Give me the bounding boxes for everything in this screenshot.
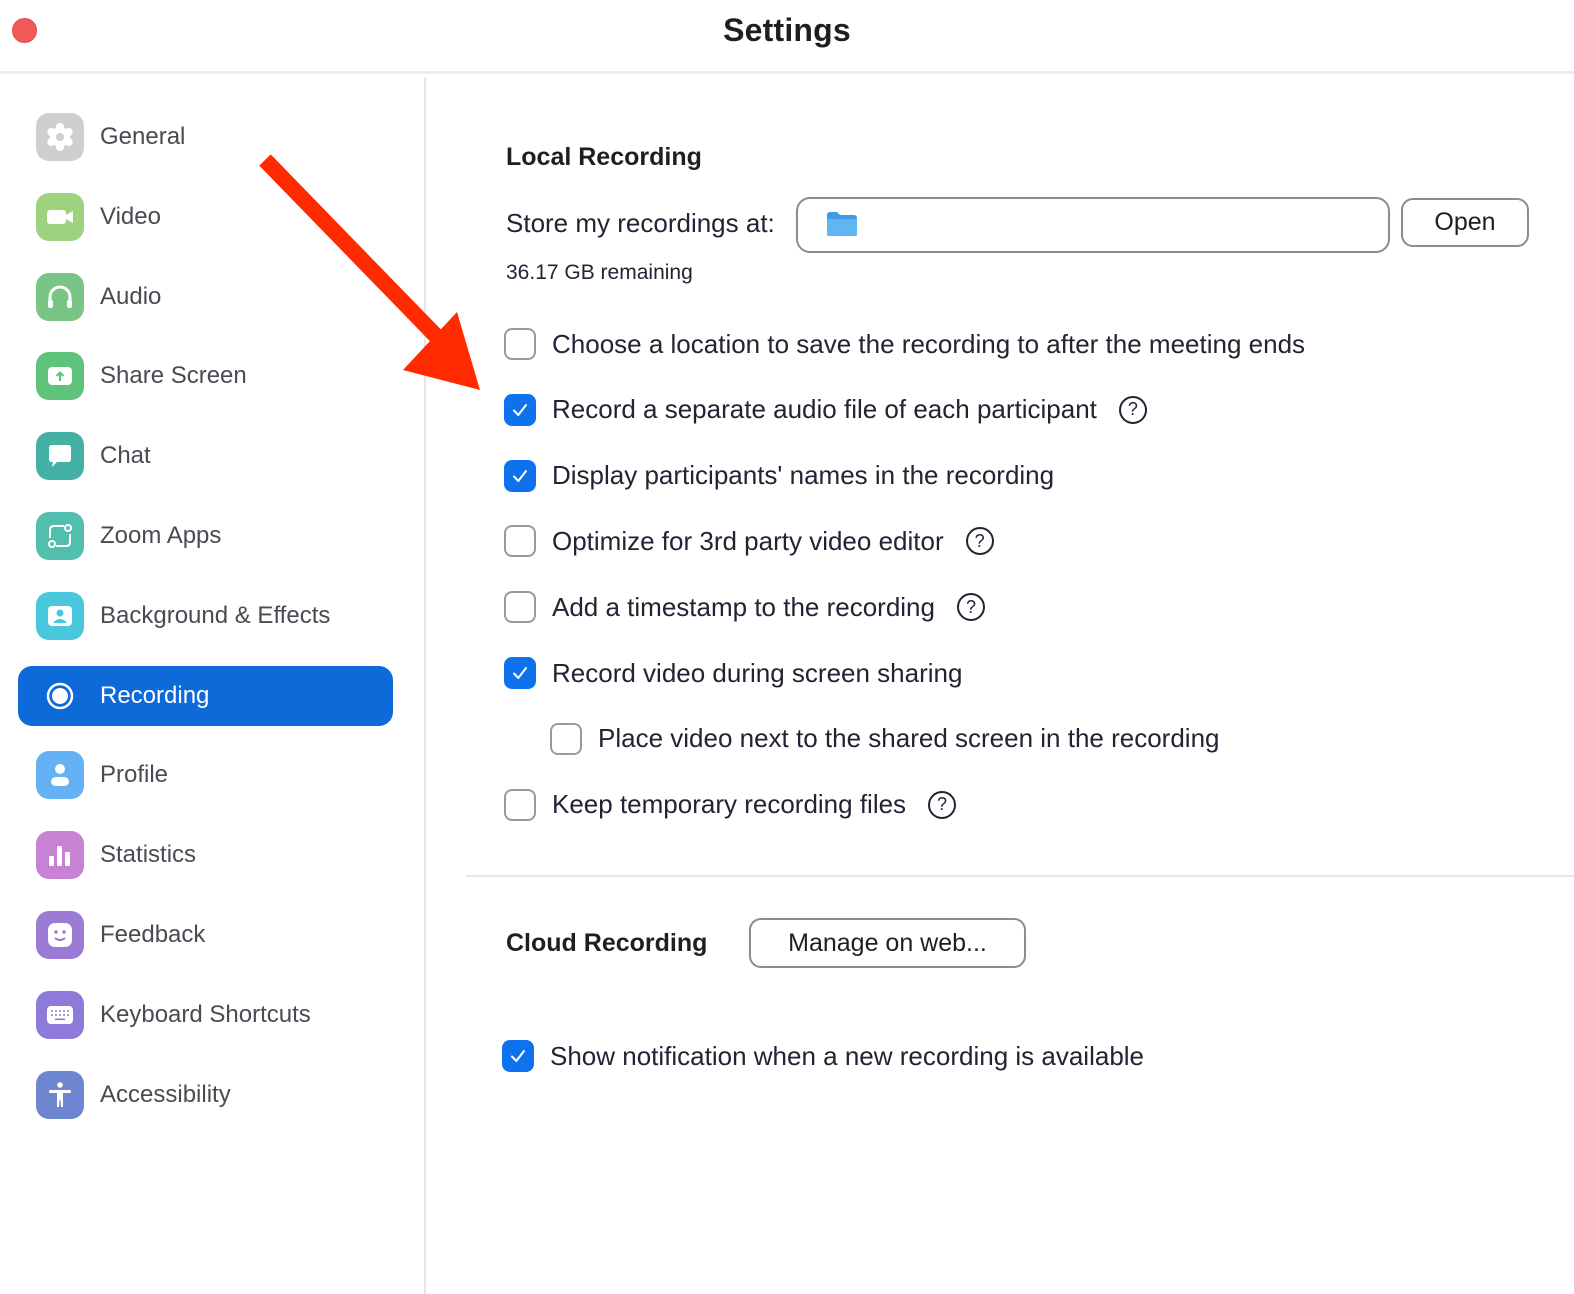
option-label: Display participants' names in the recor… [552,460,1055,491]
gear-icon [36,113,84,161]
accessibility-icon [36,1070,84,1119]
sidebar-item-share-screen[interactable]: Share Screen [18,346,393,406]
checkbox-unchecked[interactable] [504,591,536,624]
sidebar-item-zoom-apps[interactable]: Zoom Apps [18,506,393,566]
checkbox-checked[interactable] [504,393,536,426]
chat-bubble-icon [36,432,84,481]
option-label: Place video next to the shared screen in… [598,723,1220,754]
checkmark-icon [511,1050,525,1062]
storage-remaining: 36.17 GB remaining [506,261,693,284]
bar-chart-icon [36,831,84,880]
sidebar-item-background-effects[interactable]: Background & Effects [18,586,393,646]
checkmark-icon [513,403,527,416]
option-row[interactable]: Optimize for 3rd party video editor? [504,524,994,558]
checkbox-checked[interactable] [504,657,536,689]
sidebar-item-keyboard-shortcuts[interactable]: Keyboard Shortcuts [18,985,393,1045]
option-label: Record video during screen sharing [552,657,963,688]
sidebar-item-label: Audio [100,282,162,310]
recording-path-field[interactable] [796,197,1390,253]
help-question-icon[interactable]: ? [965,527,994,556]
option-label: Choose a location to save the recording … [552,328,1306,359]
share-screen-icon [36,352,84,401]
sidebar-item-label: Keyboard Shortcuts [100,1000,311,1028]
sidebar-item-label: Zoom Apps [100,522,222,549]
sidebar-item-label: Statistics [100,841,197,869]
local-recording-heading: Local Recording [506,143,702,171]
option-row[interactable]: Keep temporary recording files? [504,788,957,822]
option-row[interactable]: Record video during screen sharing [504,656,962,690]
checkmark-icon [513,469,527,482]
recording-settings-panel: Local Recording Store my recordings at: … [428,77,1574,1294]
sidebar-item-profile[interactable]: Profile [18,745,393,805]
sidebar-item-label: Profile [100,761,169,789]
help-question-icon[interactable]: ? [928,790,957,819]
sidebar-item-label: Accessibility [100,1080,231,1108]
sidebar-item-label: Video [100,202,161,230]
folder-icon [827,212,857,236]
title-bar: Settings [0,0,1574,74]
video-camera-icon [36,192,84,241]
checkbox-unchecked[interactable] [504,525,536,558]
smiley-face-icon [36,911,84,959]
manage-on-web-button[interactable]: Manage on web... [749,918,1026,968]
store-location-label: Store my recordings at: [506,208,775,238]
sidebar-item-chat[interactable]: Chat [18,426,393,486]
option-row[interactable]: Show notification when a new recording i… [502,1039,1144,1073]
sidebar-item-feedback[interactable]: Feedback [18,905,393,965]
background-person-icon [36,591,84,640]
profile-person-icon [36,751,84,800]
checkbox-checked[interactable] [504,459,536,492]
zoom-apps-icon [36,512,84,560]
option-label: Show notification when a new recording i… [550,1040,1145,1071]
sidebar-item-video[interactable]: Video [18,187,393,247]
help-question-icon[interactable]: ? [956,593,985,622]
checkbox-unchecked[interactable] [550,722,582,755]
sidebar-item-label: General [100,123,186,150]
help-question-icon[interactable]: ? [1118,395,1147,424]
headphones-icon [36,272,84,321]
settings-sidebar: General Video Audio Share Screen Chat Zoom Ap… [0,77,426,1294]
sidebar-item-label: Background & Effects [100,601,331,629]
checkbox-unchecked[interactable] [504,788,536,821]
option-label: Add a timestamp to the recording [552,591,935,622]
cloud-recording-heading: Cloud Recording [506,929,708,957]
sidebar-item-general[interactable]: General [18,107,393,167]
sidebar-item-label: Recording [100,681,210,709]
sidebar-item-label: Feedback [100,921,206,948]
sidebar-item-audio[interactable]: Audio [18,267,393,327]
section-divider [466,875,1574,877]
option-row[interactable]: Record a separate audio file of each par… [504,393,1147,427]
sidebar-item-label: Chat [100,442,151,470]
checkbox-checked[interactable] [502,1040,534,1072]
keyboard-icon [36,990,84,1039]
sidebar-item-accessibility[interactable]: Accessibility [18,1065,393,1125]
sidebar-item-label: Share Screen [100,362,247,390]
checkmark-icon [513,667,527,679]
option-label: Record a separate audio file of each par… [552,394,1097,425]
open-folder-button[interactable]: Open [1401,198,1529,247]
sidebar-item-statistics[interactable]: Statistics [18,825,393,885]
option-row[interactable]: Place video next to the shared screen in… [550,722,1220,756]
option-label: Keep temporary recording files [552,789,907,820]
record-icon [36,672,84,720]
option-row[interactable]: Display participants' names in the recor… [504,459,1054,493]
checkbox-unchecked[interactable] [504,328,536,360]
sidebar-item-recording[interactable]: Recording [18,665,393,726]
window-title: Settings [723,12,851,48]
option-row[interactable]: Choose a location to save the recording … [504,327,1305,361]
option-row[interactable]: Add a timestamp to the recording? [504,590,985,624]
option-label: Optimize for 3rd party video editor [552,525,944,556]
